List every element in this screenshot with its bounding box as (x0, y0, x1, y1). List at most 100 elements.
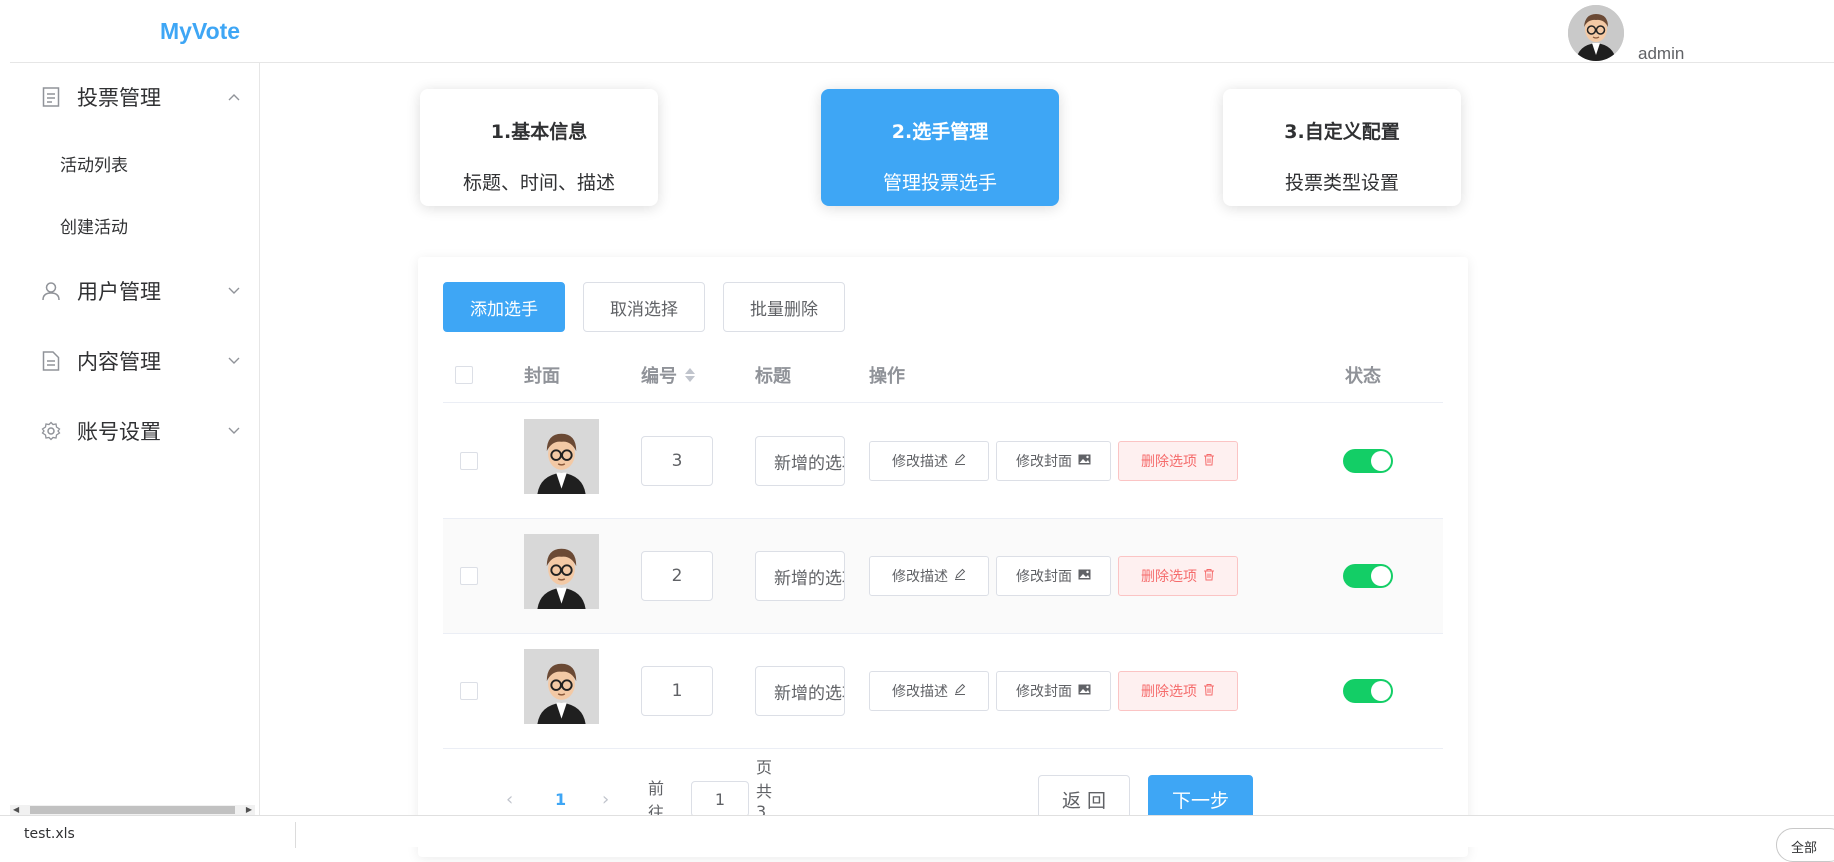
menu-content-management[interactable]: 内容管理 (10, 333, 259, 389)
edit-pencil-icon (954, 453, 966, 469)
step-desc: 标题、时间、描述 (462, 172, 615, 194)
button-label: 修改描述 (892, 569, 948, 585)
edit-description-button[interactable]: 修改描述 (869, 441, 989, 481)
chevron-up-icon (228, 90, 240, 104)
add-player-button[interactable]: 添加选手 (443, 282, 565, 332)
download-file-name[interactable]: test.xls (24, 826, 75, 842)
player-title-input[interactable]: 新增的选项 (755, 666, 845, 716)
edit-pencil-icon (954, 683, 966, 699)
edit-description-button[interactable]: 修改描述 (869, 671, 989, 711)
chevron-down-icon (228, 284, 240, 298)
menu-label: 账号设置 (77, 420, 161, 444)
delete-option-button[interactable]: 删除选项 (1118, 441, 1238, 481)
step-player-management[interactable]: 2.选手管理 管理投票选手 (821, 89, 1059, 206)
file-icon (40, 350, 62, 372)
top-header: MyVote admin (10, 0, 1834, 63)
username-label[interactable]: admin (1638, 44, 1684, 64)
menu-label: 用户管理 (77, 280, 161, 304)
sort-caret-icon[interactable] (685, 367, 695, 383)
player-number-input[interactable]: 3 (641, 436, 713, 486)
menu-account-settings[interactable]: 账号设置 (10, 403, 259, 459)
delete-option-button[interactable]: 删除选项 (1118, 556, 1238, 596)
player-title-input[interactable]: 新增的选项 (755, 436, 845, 486)
page-number-current[interactable]: 1 (555, 779, 566, 819)
submenu-label: 活动列表 (60, 155, 128, 176)
submenu-label: 创建活动 (60, 217, 128, 238)
scroll-left-icon[interactable]: ◀ (13, 805, 19, 814)
header-cover: 封面 (524, 366, 560, 387)
chevron-down-icon (228, 354, 240, 368)
menu-label: 投票管理 (77, 86, 161, 110)
player-number-input[interactable]: 2 (641, 551, 713, 601)
delete-option-button[interactable]: 删除选项 (1118, 671, 1238, 711)
divider (295, 822, 296, 848)
scrollbar-thumb[interactable] (30, 806, 235, 814)
header-status: 状态 (1345, 366, 1381, 387)
step-desc: 管理投票选手 (882, 172, 997, 194)
edit-cover-button[interactable]: 修改封面 (996, 556, 1111, 596)
menu-user-management[interactable]: 用户管理 (10, 263, 259, 319)
player-table-card: 添加选手 取消选择 批量删除 封面 编号 标题 操作 状态 3 新增的选项 修改… (418, 257, 1468, 857)
menu-vote-management[interactable]: 投票管理 (10, 69, 259, 125)
trash-icon (1203, 568, 1215, 585)
button-label: 删除选项 (1141, 454, 1197, 470)
header-number[interactable]: 编号 (641, 347, 695, 403)
player-title-input[interactable]: 新增的选项 (755, 551, 845, 601)
step-title: 2.选手管理 (891, 121, 989, 143)
status-switch[interactable] (1343, 564, 1393, 588)
submenu-activity-list[interactable]: 活动列表 (10, 138, 259, 188)
button-label: 删除选项 (1141, 569, 1197, 585)
button-label: 修改封面 (1016, 684, 1072, 700)
page-total-label: 页共 3 条 (756, 757, 773, 844)
edit-description-button[interactable]: 修改描述 (869, 556, 989, 596)
picture-icon (1078, 683, 1091, 699)
prev-page-icon[interactable]: ‹ (506, 779, 513, 819)
download-bar: test.xls 全部 (0, 815, 1834, 862)
step-basic-info[interactable]: 1.基本信息 标题、时间、描述 (420, 89, 658, 206)
show-all-button[interactable]: 全部 (1776, 828, 1834, 862)
select-all-checkbox[interactable] (455, 366, 473, 384)
row-checkbox[interactable] (460, 682, 478, 700)
chevron-down-icon (228, 424, 240, 438)
user-icon (40, 280, 62, 302)
button-label: 修改描述 (892, 454, 948, 470)
trash-icon (1203, 453, 1215, 470)
step-title: 1.基本信息 (490, 121, 588, 143)
submenu-create-activity[interactable]: 创建活动 (10, 200, 259, 250)
sidebar-horizontal-scrollbar[interactable]: ◀ ▶ (10, 805, 255, 815)
goto-page-input[interactable]: 1 (691, 781, 749, 817)
player-cover-image (524, 649, 599, 724)
table-row: 3 新增的选项 修改描述 修改封面 删除选项 (443, 404, 1443, 519)
button-label: 修改描述 (892, 684, 948, 700)
row-checkbox[interactable] (460, 452, 478, 470)
player-cover-image (524, 534, 599, 609)
edit-cover-button[interactable]: 修改封面 (996, 671, 1111, 711)
sidebar: 投票管理 活动列表 创建活动 用户管理 内容管理 账号设置 (10, 63, 260, 815)
table-row: 2 新增的选项 修改描述 修改封面 删除选项 (443, 519, 1443, 634)
status-switch[interactable] (1343, 449, 1393, 473)
edit-cover-button[interactable]: 修改封面 (996, 441, 1111, 481)
document-icon (40, 86, 62, 108)
batch-delete-button[interactable]: 批量删除 (723, 282, 845, 332)
switch-knob (1371, 451, 1391, 471)
table-header: 封面 编号 标题 操作 状态 (443, 347, 1443, 403)
edit-pencil-icon (954, 568, 966, 584)
trash-icon (1203, 683, 1215, 700)
table-row: 1 新增的选项 修改描述 修改封面 删除选项 (443, 634, 1443, 749)
goto-label: 前往 (648, 779, 665, 822)
button-label: 修改封面 (1016, 454, 1072, 470)
header-action: 操作 (869, 366, 905, 387)
row-checkbox[interactable] (460, 567, 478, 585)
switch-knob (1371, 566, 1391, 586)
picture-icon (1078, 568, 1091, 584)
app-logo[interactable]: MyVote (160, 18, 240, 45)
status-switch[interactable] (1343, 679, 1393, 703)
cancel-selection-button[interactable]: 取消选择 (583, 282, 705, 332)
user-avatar-icon[interactable] (1568, 5, 1624, 61)
scroll-right-icon[interactable]: ▶ (246, 805, 252, 814)
next-page-icon[interactable]: › (602, 779, 609, 819)
player-number-input[interactable]: 1 (641, 666, 713, 716)
step-custom-config[interactable]: 3.自定义配置 投票类型设置 (1223, 89, 1461, 206)
player-cover-image (524, 419, 599, 494)
step-title: 3.自定义配置 (1284, 121, 1400, 143)
